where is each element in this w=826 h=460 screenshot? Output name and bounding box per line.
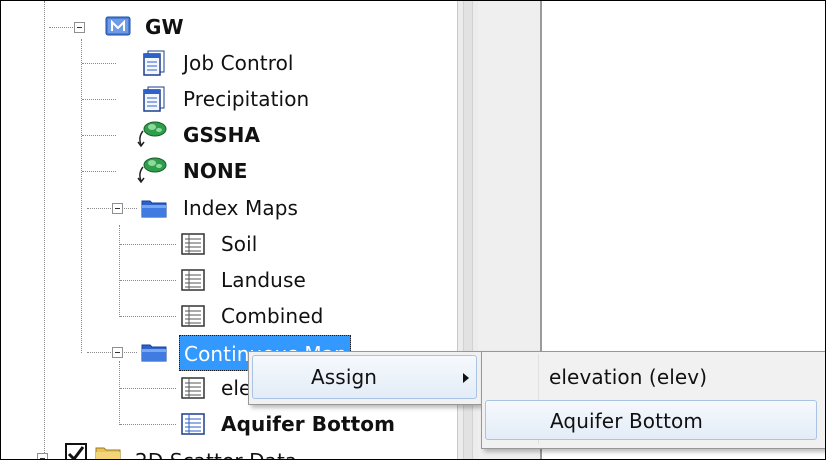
context-menu-assign[interactable]: Assign — [252, 355, 477, 399]
table-icon — [181, 413, 205, 435]
gssha-model-icon — [137, 121, 167, 148]
tree-item-index-maps-label: Index Maps — [183, 196, 299, 220]
tree-item-gw[interactable]: GW — [145, 9, 184, 45]
folder-icon — [141, 344, 167, 362]
tree-item-soil-label: Soil — [221, 232, 258, 256]
tree-line — [82, 135, 116, 136]
tree-line — [120, 388, 176, 389]
tree-line — [119, 361, 120, 425]
tree-item-index-maps[interactable]: Index Maps — [183, 190, 298, 226]
tree-item-gssha[interactable]: GSSHA — [183, 117, 260, 153]
table-icon — [181, 305, 205, 327]
collapse-index-maps-toggle[interactable] — [112, 203, 123, 214]
submenu-item-aquifer-bottom[interactable]: Aquifer Bottom — [485, 400, 817, 440]
tree-item-job-control[interactable]: Job Control — [183, 45, 294, 81]
tree-item-job-control-label: Job Control — [183, 51, 294, 75]
tree-item-landuse[interactable]: Landuse — [221, 262, 306, 298]
folder-icon — [141, 200, 167, 218]
tree-line — [120, 316, 176, 317]
tree-line — [81, 39, 82, 353]
folder-icon — [95, 447, 121, 459]
submenu-item-elevation-label: elevation (elev) — [549, 365, 708, 389]
tree-line — [44, 1, 45, 459]
tree-item-combined-label: Combined — [221, 304, 324, 328]
tree-line — [82, 171, 116, 172]
tree-line — [49, 27, 77, 28]
checkbox-checked-icon[interactable] — [65, 443, 93, 460]
tree-item-aquifer-bottom-label: Aquifer Bottom — [221, 412, 396, 436]
model-m-icon — [105, 16, 131, 36]
document-icon — [143, 86, 165, 112]
tree-item-none[interactable]: NONE — [183, 153, 248, 189]
tree-item-scatter-data[interactable]: 2D Scatter Data — [135, 443, 297, 459]
tree-item-gw-label: GW — [145, 15, 184, 39]
assign-submenu: elevation (elev) Aquifer Bottom — [481, 351, 825, 449]
submenu-item-aquifer-bottom-label: Aquifer Bottom — [550, 409, 703, 433]
tree-item-soil[interactable]: Soil — [221, 226, 257, 262]
tree-item-landuse-label: Landuse — [221, 268, 306, 292]
window-frame: GW Job Control Precipitation GSSHA NONE … — [0, 0, 826, 460]
tree-line — [119, 225, 120, 317]
tree-item-none-label: NONE — [183, 159, 248, 183]
tree-item-precipitation[interactable]: Precipitation — [183, 81, 309, 117]
table-icon — [181, 377, 205, 399]
gssha-model-icon — [137, 157, 167, 184]
tree-item-aquifer-bottom[interactable]: Aquifer Bottom — [221, 406, 395, 442]
context-menu-assign-label: Assign — [311, 365, 378, 389]
document-icon — [143, 50, 165, 76]
tree-line — [120, 424, 176, 425]
tree-item-gssha-label: GSSHA — [183, 123, 261, 147]
tree-line — [82, 63, 116, 64]
tree-line — [82, 99, 116, 100]
tree-item-precipitation-label: Precipitation — [183, 87, 310, 111]
table-icon — [181, 269, 205, 291]
expand-scatter-data-toggle[interactable] — [37, 453, 48, 459]
collapse-gw-toggle[interactable] — [74, 22, 85, 33]
chevron-right-icon — [463, 373, 469, 383]
tree-item-scatter-data-label: 2D Scatter Data — [135, 449, 297, 459]
tree-item-combined[interactable]: Combined — [221, 298, 323, 334]
context-menu: Assign — [248, 351, 482, 405]
table-icon — [181, 233, 205, 255]
tree-line — [120, 280, 176, 281]
submenu-item-elevation[interactable]: elevation (elev) — [485, 357, 817, 397]
collapse-continuous-maps-toggle[interactable] — [112, 347, 123, 358]
tree-line — [120, 244, 176, 245]
